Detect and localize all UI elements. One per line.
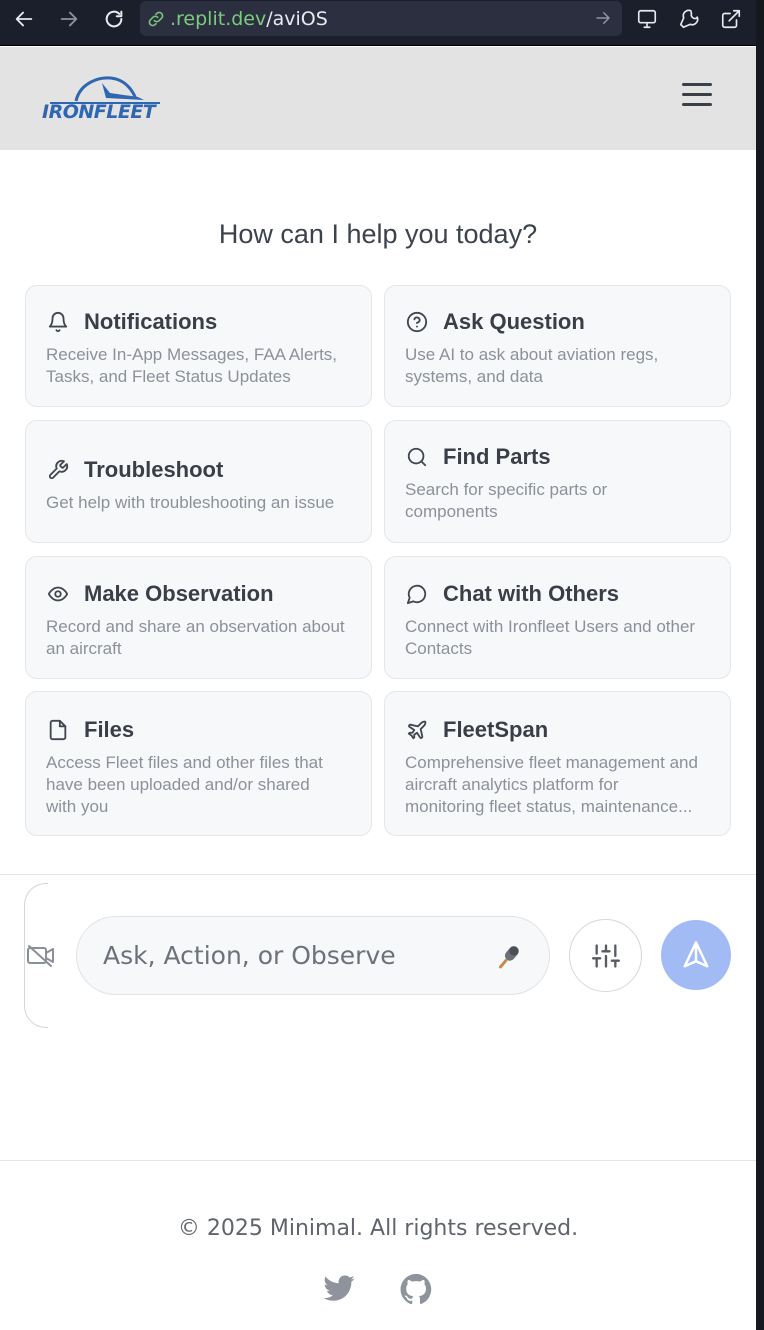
- ironfleet-logo[interactable]: IRONFLEET: [40, 73, 166, 125]
- file-icon: [46, 718, 70, 742]
- card-description-line: systems, and data: [405, 367, 543, 386]
- card-chat-with-others[interactable]: Chat with Others Connect with Ironfleet …: [384, 556, 731, 679]
- card-description-line: with you: [46, 797, 109, 816]
- card-description: Connect with Ironfleet Users and other C…: [405, 616, 710, 660]
- card-description-line: monitoring fleet status, maintenance...: [405, 797, 693, 816]
- card-description-line: Tasks, and Fleet Status Updates: [46, 367, 291, 386]
- card-description-line: Use AI to ask about aviation regs,: [405, 345, 659, 364]
- card-files[interactable]: Files Access Fleet files and other files…: [25, 691, 372, 836]
- card-description: Record and share an observation about an…: [46, 616, 351, 660]
- send-button[interactable]: [661, 920, 731, 990]
- devtools-button[interactable]: [672, 5, 706, 33]
- card-description: Get help with troubleshooting an issue: [46, 492, 351, 514]
- browser-toolbar: .replit.dev/aviOS: [0, 0, 764, 46]
- twitter-icon: [323, 1275, 355, 1301]
- github-icon: [400, 1273, 432, 1305]
- monitor-icon: [637, 9, 657, 29]
- hamburger-menu-button[interactable]: [682, 83, 716, 111]
- card-description: Use AI to ask about aviation regs, syste…: [405, 344, 710, 388]
- card-description-line: Comprehensive fleet management and: [405, 753, 698, 772]
- menu-line: [682, 93, 712, 96]
- open-new-tab-button[interactable]: [714, 5, 748, 33]
- card-description-line: Get help with troubleshooting an issue: [46, 493, 335, 512]
- wrench-icon: [46, 458, 70, 482]
- reload-button[interactable]: [97, 5, 131, 33]
- app-header: IRONFLEET: [0, 47, 756, 150]
- forward-button[interactable]: [52, 5, 86, 33]
- card-description-line: components: [405, 502, 498, 521]
- card-title: Make Observation: [84, 581, 274, 606]
- card-make-observation[interactable]: Make Observation Record and share an obs…: [25, 556, 372, 679]
- card-description-line: Receive In-App Messages, FAA Alerts,: [46, 345, 338, 364]
- card-description: Comprehensive fleet management and aircr…: [405, 752, 710, 818]
- card-description: Access Fleet files and other files that …: [46, 752, 351, 818]
- video-off-icon: [27, 945, 54, 967]
- menu-line: [682, 103, 712, 106]
- card-description-line: aircraft analytics platform for: [405, 775, 619, 794]
- menu-line: [682, 83, 712, 86]
- back-button[interactable]: [7, 5, 41, 33]
- window-edge: [756, 0, 764, 1330]
- card-description-line: have been uploaded and/or shared: [46, 775, 310, 794]
- eye-icon: [46, 582, 70, 606]
- bell-icon: [46, 310, 70, 334]
- card-title: Ask Question: [443, 309, 585, 334]
- external-link-icon: [721, 9, 741, 29]
- card-description-line: Record and share an observation about: [46, 617, 345, 636]
- link-icon: [146, 9, 166, 29]
- card-title: Notifications: [84, 309, 218, 334]
- address-bar[interactable]: .replit.dev/aviOS: [140, 1, 622, 36]
- card-title: FleetSpan: [443, 717, 549, 742]
- card-title: Files: [84, 717, 135, 742]
- page-heading: How can I help you today?: [218, 219, 538, 249]
- card-description-line: Connect with Ironfleet Users and other: [405, 617, 696, 636]
- device-preview-button[interactable]: [630, 5, 664, 33]
- card-troubleshoot[interactable]: Troubleshoot Get help with troubleshooti…: [25, 420, 372, 543]
- card-description-line: an aircraft: [46, 639, 122, 658]
- video-button[interactable]: [26, 943, 56, 969]
- card-notifications[interactable]: Notifications Receive In-App Messages, F…: [25, 285, 372, 407]
- plane-icon: [405, 718, 429, 742]
- arrow-right-icon: [60, 11, 78, 27]
- question-circle-icon: [405, 310, 429, 334]
- card-find-parts[interactable]: Find Parts Search for specific parts or …: [384, 420, 731, 543]
- card-description-line: Search for specific parts or: [405, 480, 608, 499]
- card-title: Chat with Others: [443, 581, 620, 606]
- go-arrow-icon[interactable]: [594, 9, 612, 27]
- chat-input[interactable]: [103, 941, 483, 970]
- card-ask-question[interactable]: Ask Question Use AI to ask about aviatio…: [384, 285, 731, 407]
- composer-divider: [0, 874, 756, 875]
- card-title: Troubleshoot: [84, 457, 224, 482]
- card-description-line: Contacts: [405, 639, 473, 658]
- card-fleetspan[interactable]: FleetSpan Comprehensive fleet management…: [384, 691, 731, 836]
- microphone-icon: [498, 946, 519, 969]
- microphone-button[interactable]: [493, 943, 523, 973]
- twitter-link[interactable]: [322, 1272, 356, 1306]
- url-path: /aviOS: [266, 7, 328, 30]
- logo-text: IRONFLEET: [42, 101, 156, 123]
- footer-divider: [0, 1160, 756, 1161]
- copyright-text: © 2025 Minimal. All rights reserved.: [177, 1216, 579, 1241]
- chat-bubble-icon: [405, 582, 429, 606]
- sliders-icon: [591, 943, 620, 968]
- send-icon: [683, 941, 709, 968]
- card-description: Receive In-App Messages, FAA Alerts, Tas…: [46, 344, 351, 388]
- card-description: Search for specific parts or components: [405, 479, 710, 523]
- reload-icon: [105, 10, 123, 28]
- card-description-line: Access Fleet files and other files that: [46, 753, 323, 772]
- card-title: Find Parts: [443, 444, 551, 469]
- settings-button[interactable]: [569, 919, 642, 992]
- arrow-left-icon: [15, 11, 33, 27]
- chat-input-container: [76, 916, 550, 995]
- url-host: .replit.dev: [170, 7, 267, 30]
- url-text: .replit.dev/aviOS: [170, 8, 328, 30]
- search-icon: [405, 445, 429, 469]
- wrench-icon: [679, 9, 699, 29]
- github-link[interactable]: [399, 1272, 433, 1306]
